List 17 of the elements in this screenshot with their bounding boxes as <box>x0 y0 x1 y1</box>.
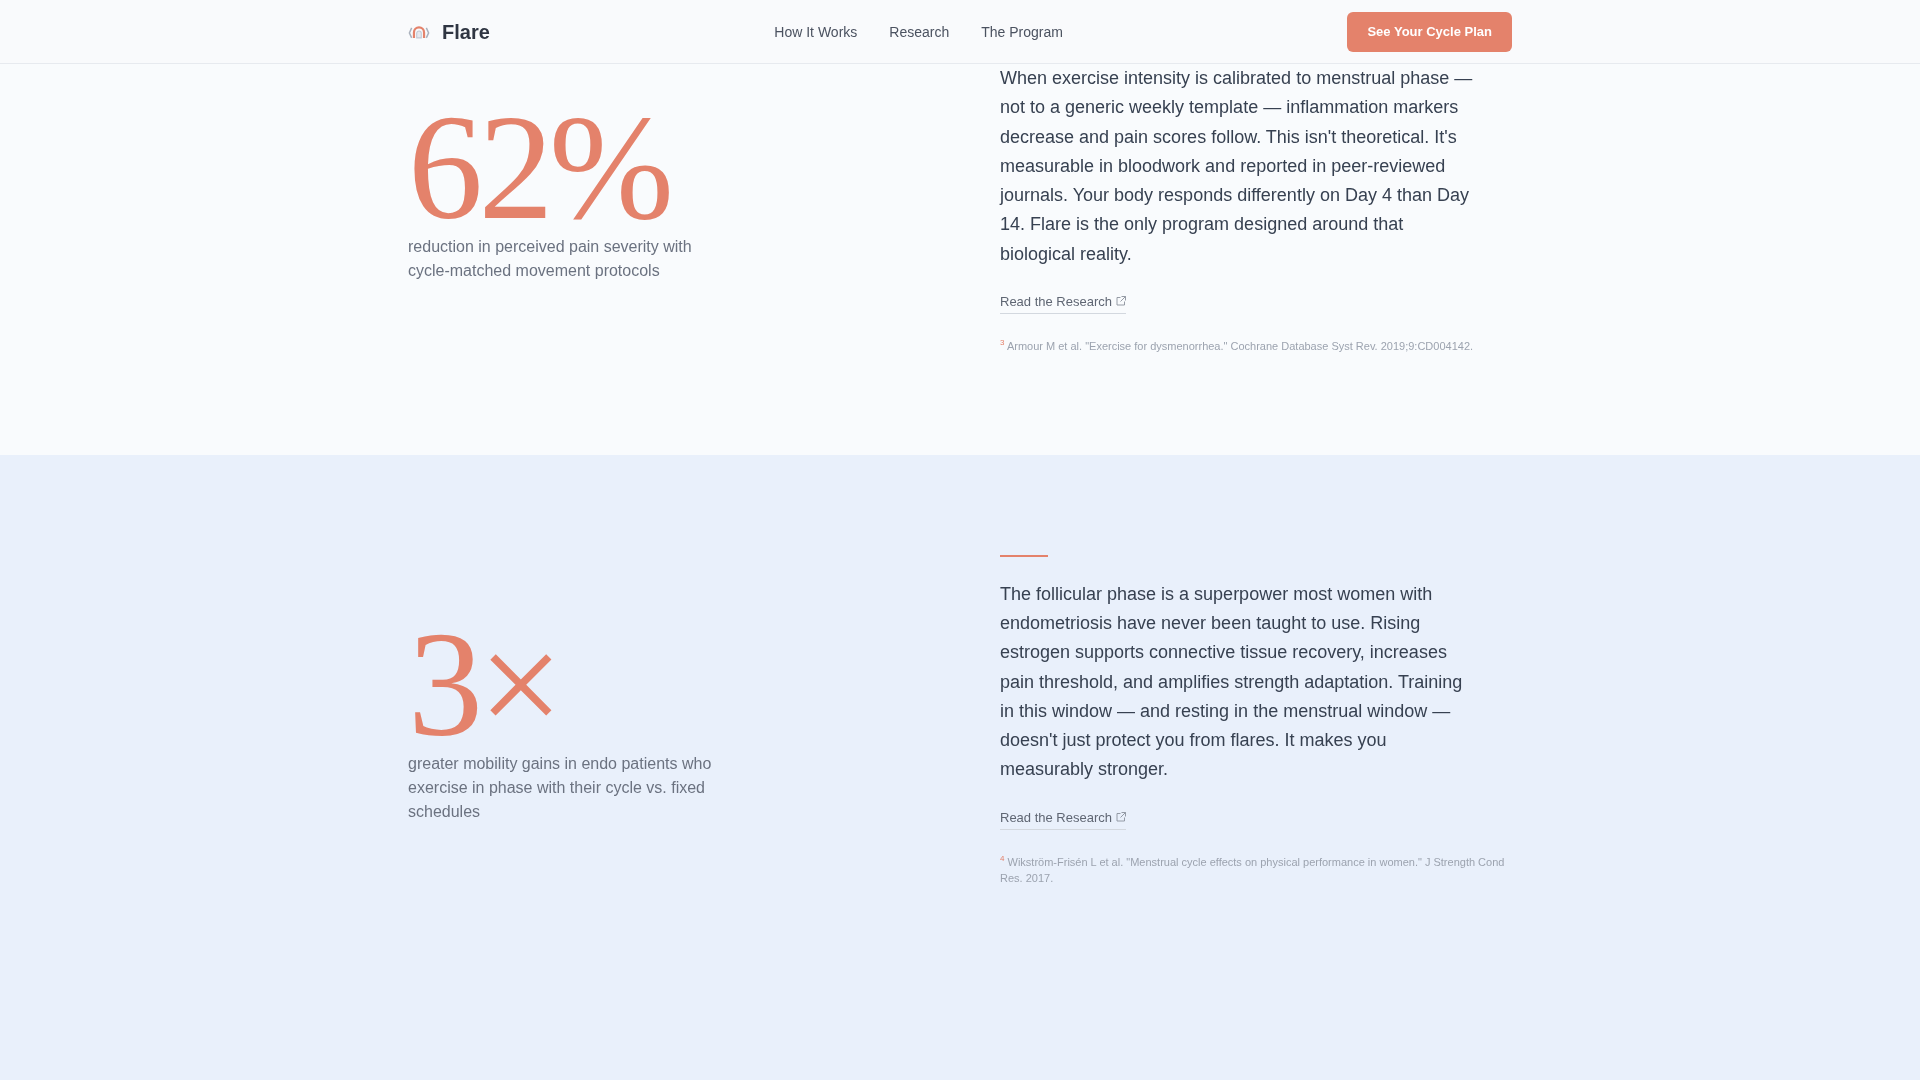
stat-figure: 62% <box>408 100 670 236</box>
body-paragraph: The follicular phase is a superpower most women with endometriosis have never been taught to use. Rising estrogen supports connective tissue recovery, increases pain threshold, and amplifies strength adaptation. Training in this window — and resting in the menstrual window — doesn't just protect you from flares. It makes you measurably stronger. <box>1000 582 1464 782</box>
stat-caption: greater mobility gains in endo patients who exercise in phase with their cycle vs. fixed schedules <box>408 753 713 822</box>
nav-link[interactable]: Research <box>889 21 950 42</box>
logo-link[interactable]: Flare <box>408 19 490 44</box>
body-paragraph: When exercise intensity is calibrated to menstrual phase — not to a generic weekly template — inflammation markers decrease and pain scores follow. This isn't theoretical. It's measurable in bloodwork and reported in peer-reviewed journals. Your body responds differently on Day 4 than Day 14. Flare is the only program designed around that biological reality. <box>1000 67 1474 266</box>
external-link-icon <box>1116 812 1126 822</box>
footnote: $^{3}$ Armour M et al. "Exercise for dysmenorrhea." Cochrane Database Syst Rev. 2019;9:CD004142. <box>1000 337 1475 354</box>
external-link-icon <box>1116 296 1126 307</box>
footnote: $^{4}$ Wikström-Frisén L et al. "Menstrual cycle effects on physical performance in women." J Strength Cond Res. 2017. <box>1000 853 1506 886</box>
nav-link[interactable]: The Program <box>981 21 1063 42</box>
research-link[interactable]: Read the Research <box>1000 292 1126 314</box>
research-link[interactable]: Read the Research <box>1000 808 1126 830</box>
arch-icon <box>408 24 430 39</box>
nav-link[interactable]: How It Works <box>774 21 858 42</box>
stat-caption: reduction in perceived pain severity with cycle-matched movement protocols <box>408 237 693 282</box>
stat-figure: 3× <box>408 616 559 752</box>
